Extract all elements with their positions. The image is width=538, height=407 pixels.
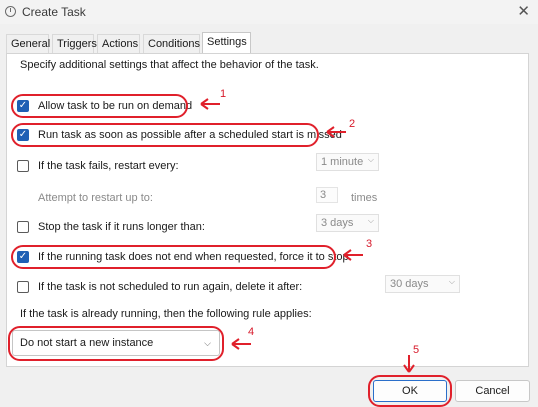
run-asap-checkbox[interactable]: ✓ <box>17 129 29 141</box>
force-stop-checkbox[interactable]: ✓ <box>17 251 29 263</box>
cancel-button[interactable]: Cancel <box>455 380 530 402</box>
annotation-number-3: 3 <box>366 238 373 250</box>
chevron-down-icon: ⌵ <box>204 338 211 348</box>
tab-triggers[interactable]: Triggers <box>52 34 97 53</box>
rule-dropdown[interactable]: Do not start a new instance ⌵ <box>12 330 220 356</box>
chevron-down-icon: ⌵ <box>367 155 374 164</box>
tab-conditions[interactable]: Conditions <box>143 34 200 53</box>
annotation-arrow-1 <box>200 98 220 110</box>
allow-on-demand-checkbox[interactable]: ✓ <box>17 100 29 112</box>
chevron-down-icon: ⌵ <box>367 216 374 225</box>
force-stop-label: If the running task does not end when re… <box>38 251 349 263</box>
restart-attempts-label: Attempt to restart up to: <box>38 192 153 204</box>
clock-icon <box>5 6 16 17</box>
settings-description: Specify additional settings that affect … <box>20 59 319 71</box>
allow-on-demand-label: Allow task to be run on demand <box>38 100 193 112</box>
annotation-number-4: 4 <box>248 326 255 338</box>
run-asap-label: Run task as soon as possible after a sch… <box>38 129 342 141</box>
window-title: Create Task <box>22 5 86 19</box>
tab-settings[interactable]: Settings <box>202 32 251 53</box>
stop-if-longer-checkbox[interactable] <box>17 221 29 233</box>
ok-button[interactable]: OK <box>373 380 447 402</box>
restart-interval-combo[interactable]: 1 minute ⌵ <box>316 153 379 171</box>
restart-attempts-spinner[interactable]: 3 <box>316 187 338 203</box>
annotation-arrow-5 <box>403 355 415 373</box>
rule-label: If the task is already running, then the… <box>20 308 312 320</box>
delete-if-not-scheduled-checkbox[interactable] <box>17 281 29 293</box>
restart-attempts-unit: times <box>351 192 378 204</box>
annotation-arrow-4 <box>231 338 251 350</box>
close-icon[interactable]: ✕ <box>517 2 530 20</box>
delete-if-not-scheduled-label: If the task is not scheduled to run agai… <box>38 281 303 293</box>
annotation-number-1: 1 <box>220 88 227 100</box>
stop-duration-value: 3 days <box>321 217 354 229</box>
restart-interval-value: 1 minute <box>321 156 364 168</box>
restart-on-fail-label: If the task fails, restart every: <box>38 160 179 172</box>
rule-dropdown-value: Do not start a new instance <box>20 337 154 349</box>
stop-duration-combo[interactable]: 3 days ⌵ <box>316 214 379 232</box>
annotation-arrow-3 <box>343 249 363 261</box>
annotation-arrow-2 <box>326 126 346 138</box>
tab-actions[interactable]: Actions <box>97 34 140 53</box>
delete-duration-value: 30 days <box>390 278 429 290</box>
delete-duration-combo[interactable]: 30 days ⌵ <box>385 275 460 293</box>
annotation-number-2: 2 <box>349 118 356 130</box>
stop-if-longer-label: Stop the task if it runs longer than: <box>38 221 205 233</box>
title-bar: Create Task ✕ <box>0 0 538 24</box>
annotation-number-5: 5 <box>413 344 420 356</box>
tab-general[interactable]: General <box>6 34 50 53</box>
chevron-down-icon: ⌵ <box>448 277 455 286</box>
restart-on-fail-checkbox[interactable] <box>17 160 29 172</box>
